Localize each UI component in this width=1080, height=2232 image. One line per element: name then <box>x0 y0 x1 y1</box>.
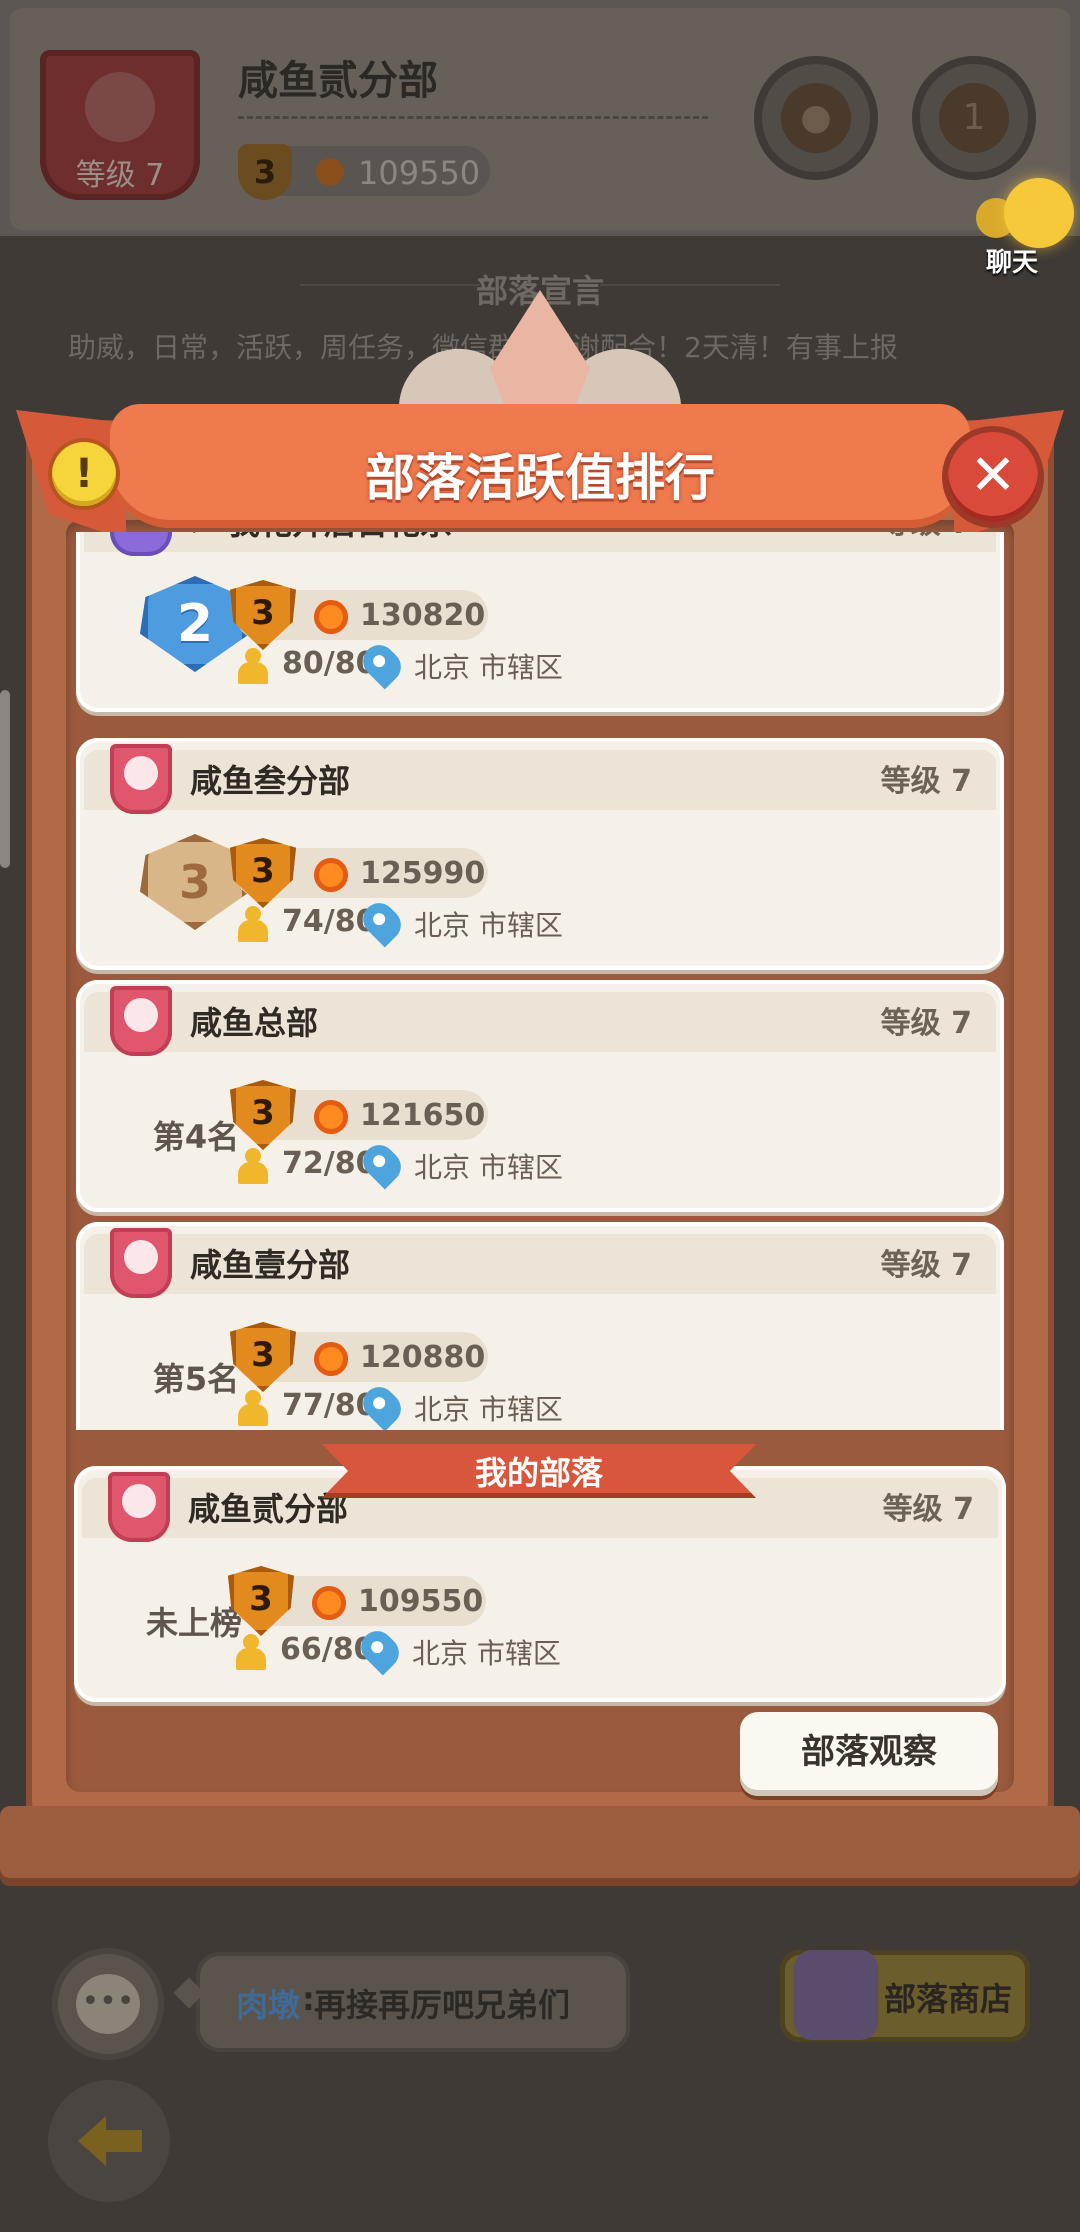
flag-emblem-icon <box>124 998 158 1032</box>
chat-face-icon <box>1004 178 1074 248</box>
flag-emblem-icon <box>124 756 158 790</box>
tribe-name: 咸鱼叁分部 <box>190 762 351 800</box>
fire-icon <box>314 858 348 892</box>
tribe-header: 等级 7 咸鱼贰分部 3 109550 ● 1 <box>0 0 1080 236</box>
activity-pill: 3 121650 <box>230 1080 488 1150</box>
flag-emblem-icon <box>122 1484 156 1518</box>
activity-value: 109550 <box>358 1584 484 1619</box>
ranking-row[interactable]: 咸鱼叁分部 等级 7 3 3 125990 74/80 北京 市辖区 <box>76 738 1004 970</box>
location-text: 北京 市辖区 <box>414 909 563 942</box>
shield-icon: 3 <box>238 144 292 200</box>
tribe-flag-icon <box>110 744 172 814</box>
trophy-icon: 1 <box>939 83 1009 153</box>
tribe-observe-button[interactable]: 部落观察 <box>740 1712 998 1796</box>
monkey-button[interactable]: ● <box>754 56 878 180</box>
tribe-flag-icon <box>110 532 172 556</box>
fire-icon <box>312 1586 346 1620</box>
tribe-activity-value: 109550 <box>358 154 481 192</box>
back-button[interactable] <box>48 2080 170 2202</box>
tribe-flag-icon <box>110 986 172 1056</box>
my-tribe-card[interactable]: 咸鱼贰分部 等级 7 未上榜 3 109550 66/80 北京 市辖区 <box>74 1466 1006 1702</box>
location-text: 北京 市辖区 <box>412 1637 561 1670</box>
chat-avatar-button[interactable]: ••• <box>52 1948 164 2060</box>
tribe-level: 等级 7 <box>881 532 972 542</box>
location-text: 北京 市辖区 <box>414 651 563 684</box>
ranking-row[interactable]: 咸鱼总部 等级 7 第4名 3 121650 72/80 北京 市辖区 <box>76 980 1004 1212</box>
fire-icon <box>316 158 344 186</box>
chat-bubble-tail <box>173 1977 205 2009</box>
fire-icon <box>314 1342 348 1376</box>
tribe-name: 咸鱼壹分部 <box>190 1246 351 1284</box>
close-button[interactable]: ✕ <box>948 432 1038 522</box>
fish-icon <box>85 72 155 142</box>
member-icon <box>238 648 268 684</box>
tribe-flag-icon <box>110 1228 172 1298</box>
modal-base <box>0 1806 1080 1886</box>
shop-merchant-icon <box>794 1950 878 2040</box>
tribe-banner[interactable]: 等级 7 <box>40 50 200 200</box>
activity-value: 120880 <box>360 1340 486 1375</box>
location-text: 北京 市辖区 <box>414 1151 563 1184</box>
chat-bubble-icon: ••• <box>76 1974 140 2034</box>
tribe-name: > 我花开后百花杀 <box>190 532 452 544</box>
tribe-level: 等级 7 <box>880 764 972 799</box>
my-tribe-row: 咸鱼贰分部 等级 7 未上榜 3 109550 66/80 北京 市辖区 <box>74 1466 1006 1702</box>
member-icon <box>236 1634 266 1670</box>
chat-sender: 肉墩 <box>236 1986 301 2024</box>
activity-value: 125990 <box>360 856 486 891</box>
ranking-row[interactable]: 咸鱼壹分部 等级 7 第5名 3 120880 77/80 北京 市辖区 <box>76 1222 1004 1430</box>
tribe-activity-pill: 3 109550 <box>238 144 490 200</box>
tribe-level: 等级 7 <box>75 158 165 193</box>
info-button[interactable]: ! <box>52 442 116 506</box>
ranking-row[interactable]: > 我花开后百花杀 等级 7 2 3 130820 80/80 北京 市辖区 <box>76 532 1004 712</box>
location-text: 北京 市辖区 <box>414 1393 563 1426</box>
tribe-name: 咸鱼贰分部 <box>238 58 438 104</box>
crest-spike <box>490 290 590 420</box>
chat-message[interactable]: 肉墩 : 再接再厉吧兄弟们 <box>173 1952 630 2052</box>
tribe-name: 咸鱼总部 <box>190 1004 319 1042</box>
tribe-level: 等级 7 <box>882 1492 974 1527</box>
name-divider <box>238 116 708 119</box>
chat-text: 再接再厉吧兄弟们 <box>314 1986 571 2024</box>
fire-icon <box>314 600 348 634</box>
scroll-indicator <box>0 690 10 868</box>
back-arrow-icon <box>78 2116 142 2166</box>
chat-button[interactable]: 聊天 <box>976 168 1080 278</box>
member-icon <box>238 1390 268 1426</box>
flag-emblem-icon <box>124 1240 158 1274</box>
leaderboard-button[interactable]: 1 <box>912 56 1036 180</box>
tribe-shop-button[interactable]: 部落商店 <box>780 1950 1030 2042</box>
modal-title: 部落活跃值排行 <box>365 449 715 507</box>
tribe-level: 等级 7 <box>880 1006 972 1041</box>
activity-pill: 3 130820 <box>230 580 488 650</box>
activity-pill: 3 120880 <box>230 1322 488 1392</box>
ranking-list[interactable]: > 我花开后百花杀 等级 7 2 3 130820 80/80 北京 市辖区 咸… <box>76 532 1004 1430</box>
member-icon <box>238 906 268 942</box>
tribe-level: 等级 7 <box>880 1248 972 1283</box>
activity-value: 130820 <box>360 598 486 633</box>
my-tribe-label: 我的部落 <box>474 1454 603 1492</box>
fire-icon <box>314 1100 348 1134</box>
monkey-icon: ● <box>781 83 851 153</box>
activity-pill: 3 109550 <box>228 1566 486 1636</box>
shop-label: 部落商店 <box>884 1980 1013 2018</box>
chat-separator: : <box>302 1980 315 2018</box>
member-icon <box>238 1148 268 1184</box>
activity-pill: 3 125990 <box>230 838 488 908</box>
activity-value: 121650 <box>360 1098 486 1133</box>
tribe-flag-icon <box>108 1472 170 1542</box>
